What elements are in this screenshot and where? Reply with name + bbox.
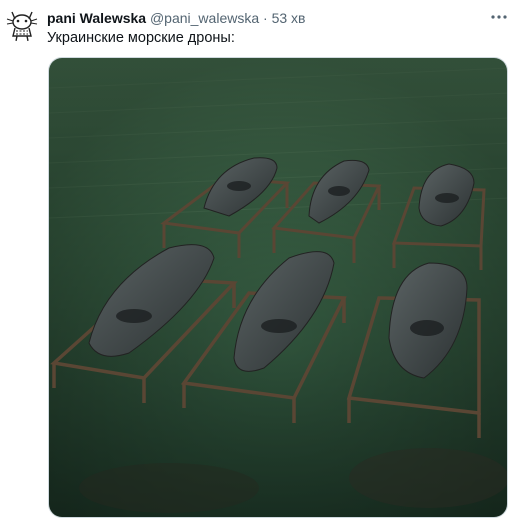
cat-doodle-icon xyxy=(6,11,38,42)
tweet-card[interactable]: pani Walewska @pani_walewska · 53 хв Укр… xyxy=(0,0,509,521)
author-handle[interactable]: @pani_walewska xyxy=(150,10,259,26)
avatar[interactable] xyxy=(4,6,40,42)
separator-dot: · xyxy=(263,10,268,26)
more-options-button[interactable] xyxy=(490,9,508,25)
timestamp[interactable]: 53 хв xyxy=(272,10,306,26)
author-name[interactable]: pani Walewska xyxy=(47,10,146,26)
photo-sea-drones-on-grass xyxy=(49,58,507,517)
tweet-photo[interactable] xyxy=(48,57,508,518)
tweet-header: pani Walewska @pani_walewska · 53 хв xyxy=(47,9,305,27)
more-horizontal-icon xyxy=(491,15,507,19)
tweet-text: Украинские морские дроны: xyxy=(47,30,235,46)
